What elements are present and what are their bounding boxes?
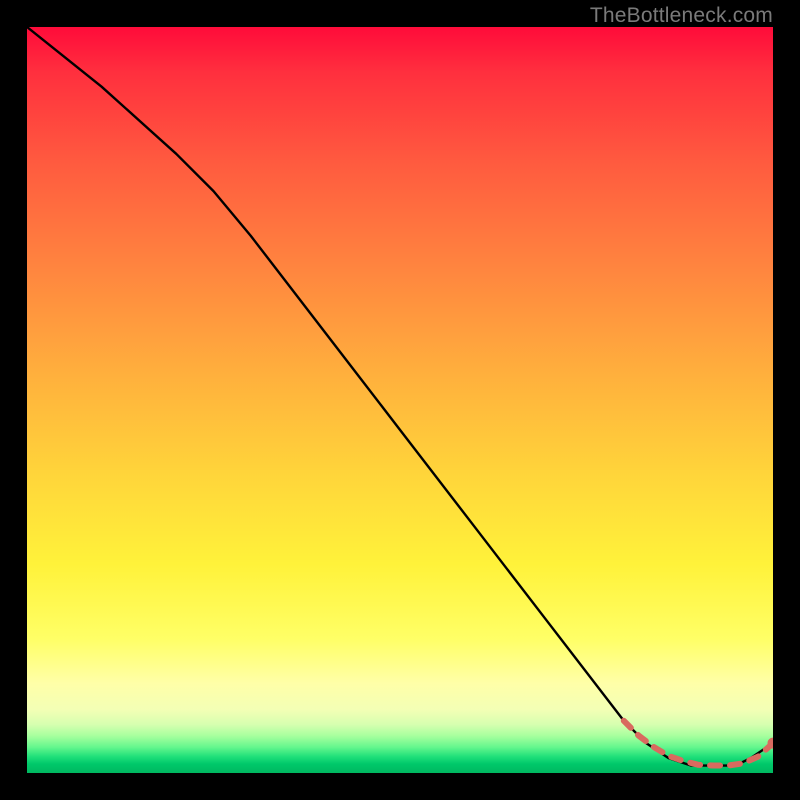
watermark-text: TheBottleneck.com — [590, 4, 773, 28]
chart-gradient-background — [27, 27, 773, 773]
chart-stage: TheBottleneck.com — [0, 0, 800, 800]
